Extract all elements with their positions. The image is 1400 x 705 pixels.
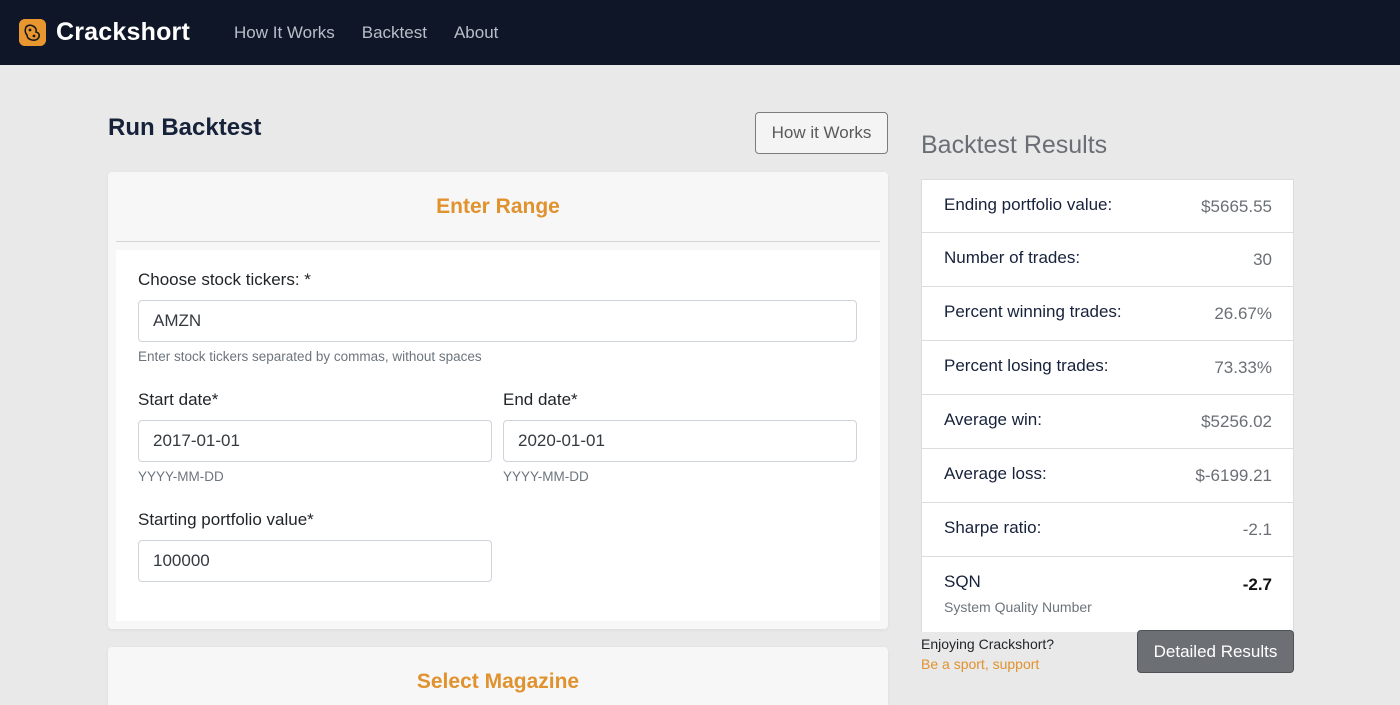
- result-label: Percent winning trades:: [944, 302, 1122, 321]
- result-value: $5665.55: [1201, 197, 1272, 216]
- result-label: Number of trades:: [944, 248, 1081, 267]
- start-date-help: YYYY-MM-DD: [138, 469, 224, 484]
- page-title: Run Backtest: [108, 114, 262, 141]
- results-row: Sharpe ratio: -2.1: [921, 503, 1294, 557]
- result-value: $-6199.21: [1195, 466, 1272, 485]
- results-row: Average win: $5256.02: [921, 395, 1294, 449]
- sqn-label: SQN: [944, 572, 981, 591]
- how-it-works-button[interactable]: How it Works: [755, 112, 888, 154]
- start-date-input[interactable]: 2017-01-01: [138, 420, 492, 462]
- results-title: Backtest Results: [921, 131, 1108, 159]
- enter-range-card: Enter Range Choose stock tickers: * AMZN…: [108, 172, 888, 629]
- tickers-input[interactable]: AMZN: [138, 300, 857, 342]
- sqn-value: -2.7: [1242, 575, 1272, 594]
- result-value: -2.1: [1242, 520, 1272, 539]
- nav-link-about[interactable]: About: [454, 23, 498, 43]
- brand[interactable]: Crackshort: [19, 18, 190, 47]
- results-row: Number of trades: 30: [921, 233, 1294, 287]
- result-label: Ending portfolio value:: [944, 195, 1113, 214]
- brand-name: Crackshort: [56, 18, 190, 46]
- result-label: Percent losing trades:: [944, 356, 1109, 375]
- select-magazine-card: Select Magazine: [108, 647, 888, 705]
- top-navbar: Crackshort How It Works Backtest About: [0, 0, 1400, 65]
- nav-link-how-it-works[interactable]: How It Works: [234, 23, 335, 43]
- result-label: Sharpe ratio:: [944, 518, 1042, 537]
- enjoy-text: Enjoying Crackshort?: [921, 636, 1055, 652]
- end-date-label: End date*: [503, 390, 578, 409]
- crackshort-logo-icon: [19, 19, 46, 46]
- results-row: Percent winning trades: 26.67%: [921, 287, 1294, 341]
- enter-range-body: Choose stock tickers: * AMZN Enter stock…: [116, 250, 880, 621]
- results-row: Percent losing trades: 73.33%: [921, 341, 1294, 395]
- portfolio-value-input[interactable]: 100000: [138, 540, 492, 582]
- result-value: 26.67%: [1214, 304, 1272, 323]
- portfolio-value-label: Starting portfolio value*: [138, 510, 314, 529]
- detailed-results-button[interactable]: Detailed Results: [1137, 630, 1294, 673]
- tickers-help-text: Enter stock tickers separated by commas,…: [138, 349, 482, 364]
- nav-link-backtest[interactable]: Backtest: [362, 23, 427, 43]
- result-value: $5256.02: [1201, 412, 1272, 431]
- support-link[interactable]: Be a sport, support: [921, 656, 1039, 672]
- results-table: Ending portfolio value: $5665.55 Number …: [921, 179, 1294, 632]
- enter-range-header: Enter Range: [116, 172, 880, 242]
- result-label: Average loss:: [944, 464, 1047, 483]
- select-magazine-header: Select Magazine: [416, 670, 580, 693]
- results-row: Average loss: $-6199.21: [921, 449, 1294, 503]
- results-row: Ending portfolio value: $5665.55: [921, 179, 1294, 233]
- tickers-label: Choose stock tickers: *: [138, 270, 311, 289]
- result-label: Average win:: [944, 410, 1042, 429]
- sqn-subtitle: System Quality Number: [944, 599, 1092, 615]
- nav-links: How It Works Backtest About: [234, 23, 525, 43]
- result-value: 30: [1253, 250, 1272, 269]
- result-value: 73.33%: [1214, 358, 1272, 377]
- start-date-label: Start date*: [138, 390, 219, 409]
- end-date-help: YYYY-MM-DD: [503, 469, 589, 484]
- end-date-input[interactable]: 2020-01-01: [503, 420, 857, 462]
- results-row-sqn: SQN -2.7 System Quality Number: [921, 557, 1294, 632]
